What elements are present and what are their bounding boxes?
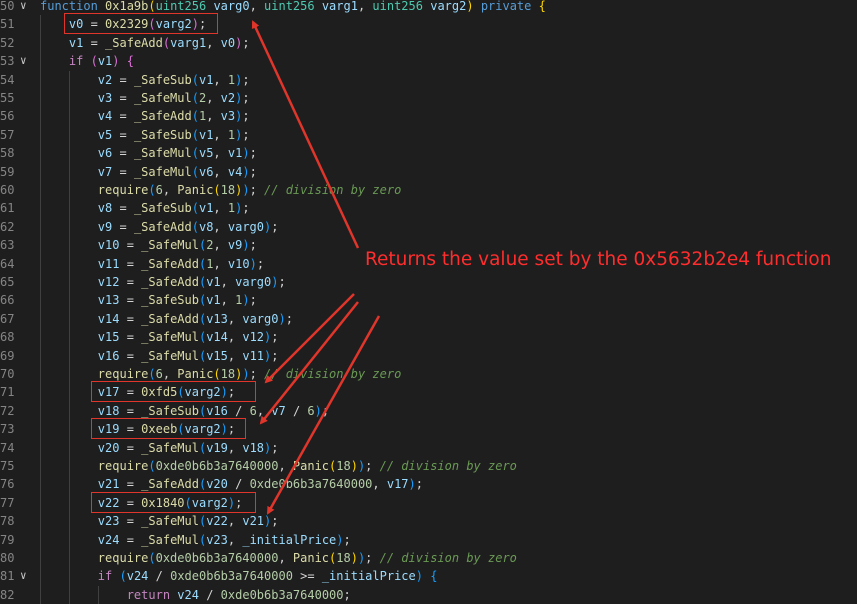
annotation-overlay: [251, 20, 381, 515]
annotation-text: Returns the value set by the 0x5632b2e4 …: [365, 249, 832, 270]
highlight-box-v17: [91, 381, 256, 402]
highlight-box-v0: [64, 13, 218, 34]
annotation-arrow-v17: [264, 293, 355, 384]
annotation-arrow-v19: [259, 301, 359, 425]
annotation-arrow-top: [251, 20, 360, 249]
highlight-box-v19: [91, 418, 246, 439]
highlight-box-v22: [91, 492, 256, 513]
